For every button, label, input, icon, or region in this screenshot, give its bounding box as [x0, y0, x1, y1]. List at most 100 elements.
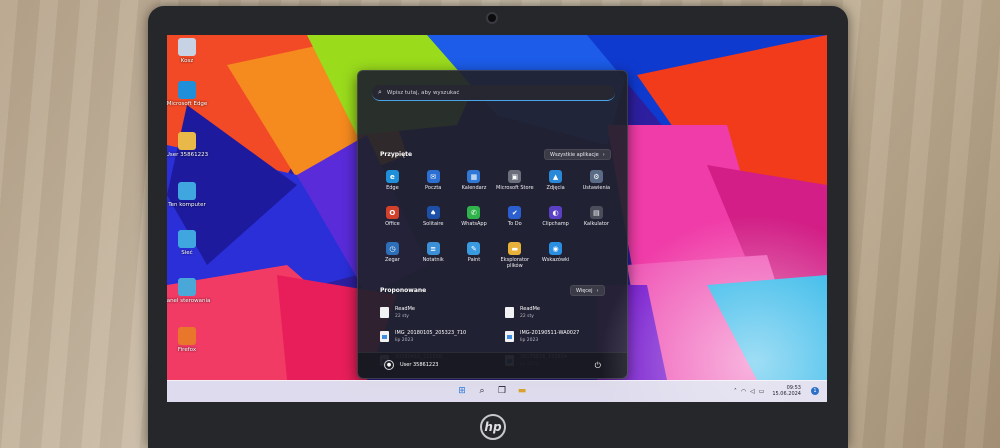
edge-icon: e: [385, 170, 399, 183]
task-view-icon[interactable]: ❐: [495, 384, 509, 398]
pinned-app[interactable]: ◐ Clipchamp: [535, 206, 576, 242]
pinned-app[interactable]: e Edge: [372, 170, 413, 206]
edge-icon: [178, 81, 196, 99]
screen: Kosz Microsoft Edge User 35861223 Ten kompu…: [167, 35, 827, 402]
desktop-icon[interactable]: Ten komputer: [167, 182, 211, 208]
pinned-app-glyph: ◐: [552, 208, 559, 217]
more-button[interactable]: Więcej ›: [570, 285, 605, 296]
pinned-app-label: Zdjęcia: [546, 185, 565, 191]
recommended-item-date: 22 sty: [520, 314, 534, 319]
pinned-app[interactable]: ✉ Poczta: [413, 170, 454, 206]
all-apps-label: Wszystkie aplikacje: [550, 151, 599, 158]
pinned-app[interactable]: ◷ Zegar: [372, 242, 413, 278]
pinned-app[interactable]: ▤ Kalkulator: [576, 206, 617, 242]
photos-icon: ▲: [549, 170, 563, 183]
system-tray: ˄ ◠ ◁ ▭ 09:53 15.06.2024: [734, 385, 801, 398]
chevron-right-icon: ›: [596, 287, 599, 294]
start-search-input[interactable]: [386, 89, 587, 96]
desktop-icon[interactable]: Microsoft Edge: [167, 81, 211, 107]
desktop-icon-label: Firefox: [177, 347, 197, 353]
pinned-app-label: Edge: [386, 185, 399, 191]
file-explorer-icon: ▬: [508, 242, 522, 255]
pinned-app-glyph: ✆: [471, 208, 477, 217]
taskbar-pinned: ⊞ ⌕ ❐ ▬: [455, 384, 529, 398]
notification-badge[interactable]: 1: [811, 387, 819, 395]
pinned-app[interactable]: ▲ Zdjęcia: [535, 170, 576, 206]
desktop-icon-label: User 35861223: [167, 152, 209, 158]
pinned-app-glyph: O: [389, 208, 396, 217]
network-icon: [178, 230, 196, 248]
start-icon[interactable]: ⊞: [455, 384, 469, 398]
desktop-icon[interactable]: Kosz: [167, 38, 211, 64]
hp-logo: hp: [480, 414, 506, 440]
whatsapp-icon: ✆: [467, 206, 481, 219]
recommended-item-date: lip 2023: [395, 338, 414, 343]
pinned-app-glyph: e: [390, 172, 395, 181]
pinned-app[interactable]: ▣ Microsoft Store: [494, 170, 535, 206]
recommended-item-date: lip 2023: [520, 338, 539, 343]
recommended-item-text: ReadMe 22 sty: [395, 306, 415, 319]
pinned-app[interactable]: ◉ Wskazówki: [535, 242, 576, 278]
chevron-right-icon: ›: [602, 151, 605, 158]
pinned-app-label: Zegar: [385, 257, 400, 263]
pinned-app-label: Poczta: [425, 185, 442, 191]
firefox-icon: [178, 327, 196, 345]
volume-icon[interactable]: ◁: [750, 388, 755, 395]
computer-icon: [178, 182, 196, 200]
recommended-item[interactable]: IMG_20180105_205323_710 lip 2023: [380, 330, 505, 354]
pinned-app[interactable]: ✔ To Do: [494, 206, 535, 242]
desktop-icon[interactable]: Firefox: [167, 327, 211, 353]
file-explorer-icon[interactable]: ▬: [515, 384, 529, 398]
user-account-button[interactable]: ● User 35861223: [384, 360, 438, 370]
store-icon: ▣: [508, 170, 522, 183]
chevron-up-icon[interactable]: ˄: [734, 388, 737, 395]
clock[interactable]: 09:53 15.06.2024: [772, 385, 801, 398]
wifi-icon[interactable]: ◠: [741, 388, 746, 395]
pinned-app[interactable]: ▬ Eksplorator plików: [494, 242, 535, 278]
pinned-app-label: Kalendarz: [461, 185, 487, 191]
pinned-app-glyph: ▬: [511, 244, 519, 253]
document-file-icon: [505, 307, 514, 318]
image-file-icon: [505, 331, 514, 342]
start-search-box[interactable]: ⌕: [372, 85, 615, 101]
desktop-icon[interactable]: Sieć: [167, 230, 211, 256]
pinned-app-glyph: ♠: [430, 208, 437, 217]
battery-icon[interactable]: ▭: [759, 388, 765, 395]
pinned-app-glyph: ▣: [511, 172, 519, 181]
power-icon[interactable]: ⏻: [595, 361, 601, 371]
pinned-app-glyph: ▦: [470, 172, 478, 181]
pinned-app[interactable]: ✆ WhatsApp: [454, 206, 495, 242]
desktop-icon[interactable]: Panel sterowania: [167, 278, 211, 304]
todo-check-icon: ✔: [508, 206, 522, 219]
recycle-bin-icon: [178, 38, 196, 56]
more-label: Więcej: [576, 287, 593, 294]
pinned-app[interactable]: ⚙ Ustawienia: [576, 170, 617, 206]
pinned-app-label: Notatnik: [422, 257, 444, 263]
user-avatar-icon: ●: [384, 360, 394, 370]
pinned-app[interactable]: ≡ Notatnik: [413, 242, 454, 278]
pinned-app-glyph: ◉: [552, 244, 559, 253]
pinned-title: Przypięte: [380, 151, 413, 158]
control-panel-icon: [178, 278, 196, 296]
clipchamp-icon: ◐: [549, 206, 563, 219]
desktop-icon-label: Microsoft Edge: [167, 101, 208, 107]
recommended-item[interactable]: ReadMe 22 sty: [505, 306, 615, 330]
start-menu: ⌕ Przypięte Wszystkie aplikacje › e Edge ✉…: [357, 70, 628, 379]
all-apps-button[interactable]: Wszystkie aplikacje ›: [544, 149, 611, 160]
pinned-app[interactable]: ✎ Paint: [454, 242, 495, 278]
recommended-item-text: IMG-20190511-WA0027 lip 2023: [520, 330, 579, 343]
pinned-app-glyph: ▤: [593, 208, 600, 217]
recommended-title: Proponowane: [380, 287, 427, 294]
recommended-item[interactable]: ReadMe 22 sty: [380, 306, 505, 330]
solitaire-icon: ♠: [426, 206, 440, 219]
pinned-app-glyph: ⚙: [593, 172, 600, 181]
pinned-app[interactable]: ♠ Solitaire: [413, 206, 454, 242]
pinned-app-glyph: ✔: [511, 208, 518, 217]
desktop-icon[interactable]: User 35861223: [167, 132, 211, 158]
pinned-app[interactable]: ▦ Kalendarz: [454, 170, 495, 206]
recommended-item[interactable]: IMG-20190511-WA0027 lip 2023: [505, 330, 615, 354]
search-icon[interactable]: ⌕: [475, 384, 489, 398]
pinned-app[interactable]: O Office: [372, 206, 413, 242]
pinned-app-label: Wskazówki: [541, 257, 570, 263]
calendar-icon: ▦: [467, 170, 481, 183]
